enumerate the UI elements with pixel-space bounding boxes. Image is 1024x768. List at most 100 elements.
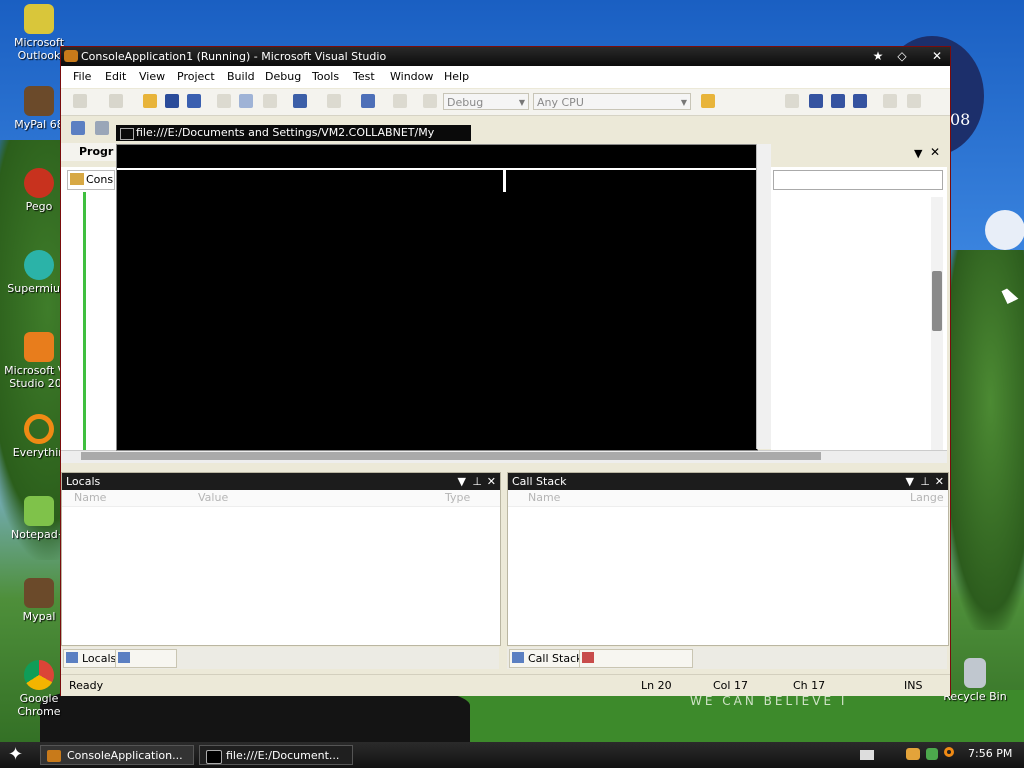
taskbar-item-console[interactable]: file:///E:/Document... <box>199 745 353 765</box>
cut-icon[interactable] <box>217 94 231 108</box>
menu-edit[interactable]: Edit <box>105 70 126 83</box>
supermium-icon <box>24 250 54 280</box>
menu-test[interactable]: Test <box>353 70 375 83</box>
tab-watch[interactable] <box>115 649 177 668</box>
visual-studio-icon <box>24 332 54 362</box>
save-all-icon[interactable] <box>187 94 201 108</box>
call-stack-title: Call Stack <box>512 475 567 488</box>
new-project-icon[interactable] <box>73 94 87 108</box>
find-in-files-icon[interactable] <box>701 94 715 108</box>
title-bar[interactable]: ConsoleApplication1 (Running) - Microsof… <box>61 47 950 66</box>
menu-file[interactable]: File <box>73 70 91 83</box>
menu-bar: File Edit View Project Build Debug Tools… <box>61 66 950 88</box>
undo-icon[interactable] <box>293 94 307 108</box>
status-column: Col 17 <box>713 679 748 692</box>
notepadpp-icon <box>24 496 54 526</box>
column-header[interactable]: Type <box>445 490 470 506</box>
locals-tabstrip: Locals <box>61 647 499 669</box>
tray-app-icon[interactable] <box>926 748 938 760</box>
dropdown-arrow-icon[interactable]: ▼ <box>914 147 922 160</box>
standard-toolbar: Debug ▼ Any CPU ▼ <box>61 89 950 116</box>
properties-icon[interactable] <box>95 121 109 135</box>
tab-label: Locals <box>82 652 117 665</box>
console-icon <box>206 750 222 764</box>
column-header[interactable]: Name <box>74 490 106 506</box>
call-stack-icon <box>512 652 524 663</box>
pin-icon[interactable]: ⊥ <box>920 473 930 490</box>
start-icon[interactable]: ✦ <box>8 744 23 766</box>
stop-debugging-icon[interactable] <box>831 94 845 108</box>
continue-icon[interactable] <box>785 94 799 108</box>
console-output[interactable] <box>116 144 758 451</box>
menu-view[interactable]: View <box>139 70 165 83</box>
watch-icon <box>118 652 130 663</box>
taskbar: ✦ ConsoleApplication... file:///E:/Docum… <box>0 742 1024 768</box>
menu-build[interactable]: Build <box>227 70 255 83</box>
close-button[interactable]: ✕ <box>929 49 945 63</box>
taskbar-item-visual-studio[interactable]: ConsoleApplication... <box>40 745 194 765</box>
scroll-thumb[interactable] <box>932 271 942 331</box>
tab-locals[interactable]: Locals <box>63 649 122 668</box>
search-icon[interactable] <box>944 747 954 757</box>
minimize-button[interactable]: ◇ <box>894 49 910 63</box>
recycle-bin-icon <box>964 658 986 688</box>
call-stack-header: Call Stack ▼ ⊥ ✕ <box>508 473 948 490</box>
close-icon[interactable]: ✕ <box>935 473 944 490</box>
add-item-icon[interactable] <box>109 94 123 108</box>
close-icon[interactable]: ✕ <box>487 473 496 490</box>
console-divider <box>117 168 756 170</box>
pin-icon[interactable]: ⊥ <box>472 473 482 490</box>
paste-icon[interactable] <box>263 94 277 108</box>
solution-explorer-icon[interactable] <box>71 121 85 135</box>
visual-studio-icon <box>47 750 61 762</box>
horizontal-scroll-thumb[interactable] <box>81 452 821 460</box>
navigate-forward-icon[interactable] <box>393 94 407 108</box>
step-over-icon[interactable] <box>907 94 921 108</box>
step-into-icon[interactable] <box>883 94 897 108</box>
everything-icon <box>24 414 54 444</box>
tab-label: Call Stack <box>528 652 583 665</box>
dropdown-arrow-icon[interactable]: ▼ <box>906 473 914 490</box>
tab-immediate[interactable] <box>579 649 693 668</box>
pin-icon[interactable]: ★ <box>870 49 886 63</box>
status-bar: Ready Ln 20 Col 17 Ch 17 INS <box>61 674 950 696</box>
dropdown-arrow-icon[interactable]: ▼ <box>458 473 466 490</box>
solution-configuration-select[interactable]: Debug ▼ <box>443 93 529 110</box>
menu-tools[interactable]: Tools <box>312 70 339 83</box>
status-insert-mode: INS <box>904 679 923 692</box>
call-stack-panel: Call Stack ▼ ⊥ ✕ Name Lange <box>507 472 949 646</box>
break-all-icon[interactable] <box>809 94 823 108</box>
solution-platform-select[interactable]: Any CPU ▼ <box>533 93 691 110</box>
menu-debug[interactable]: Debug <box>265 70 301 83</box>
solution-item[interactable]: Cons <box>67 170 115 190</box>
copy-icon[interactable] <box>239 94 253 108</box>
column-header[interactable]: Lange <box>910 490 944 506</box>
member-dropdown[interactable] <box>773 170 943 190</box>
chrome-icon <box>24 660 54 690</box>
console-window-titlebar[interactable]: file:///E:/Documents and Settings/VM2.CO… <box>116 125 471 155</box>
save-icon[interactable] <box>165 94 179 108</box>
menu-project[interactable]: Project <box>177 70 215 83</box>
tab-call-stack[interactable]: Call Stack <box>509 649 588 668</box>
column-header[interactable]: Name <box>528 490 560 506</box>
menu-help[interactable]: Help <box>444 70 469 83</box>
editor-left-area <box>61 167 116 459</box>
navigate-backward-icon[interactable] <box>361 94 375 108</box>
column-header[interactable]: Value <box>198 490 228 506</box>
window-title: ConsoleApplication1 (Running) - Microsof… <box>81 50 387 63</box>
locals-panel: Locals ▼ ⊥ ✕ Name Value Type <box>61 472 501 646</box>
clock[interactable]: 7:56 PM <box>968 747 1012 760</box>
project-icon <box>70 173 84 185</box>
tray-app-icon[interactable] <box>906 748 920 760</box>
close-document-icon[interactable]: ✕ <box>930 145 940 159</box>
redo-icon[interactable] <box>327 94 341 108</box>
console-scrollbar[interactable] <box>756 144 771 449</box>
keyboard-icon[interactable] <box>860 750 874 760</box>
open-folder-icon[interactable] <box>143 94 157 108</box>
cloud-graphic <box>985 210 1024 250</box>
raccoon-icon <box>24 86 54 116</box>
restart-icon[interactable] <box>853 94 867 108</box>
menu-window[interactable]: Window <box>390 70 433 83</box>
start-icon[interactable] <box>423 94 437 108</box>
status-line: Ln 20 <box>641 679 672 692</box>
